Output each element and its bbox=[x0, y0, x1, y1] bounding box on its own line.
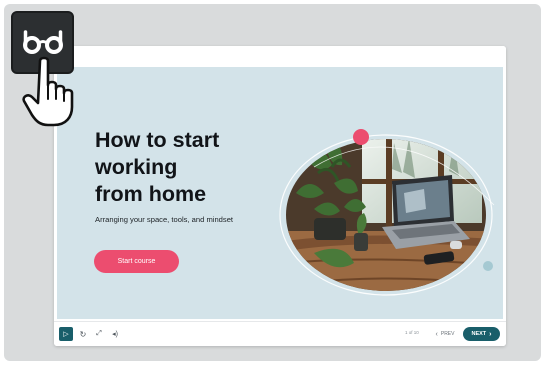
page-counter: 1 of 10 bbox=[405, 330, 419, 335]
chevron-right-icon: › bbox=[489, 330, 492, 338]
player-top-bar bbox=[54, 46, 506, 66]
volume-button[interactable]: ◂) bbox=[110, 328, 120, 340]
volume-icon: ◂) bbox=[112, 331, 118, 338]
chevron-left-icon: ‹ bbox=[435, 330, 438, 338]
player-controls: ▷ ↻ ⤢ ◂) 1 of 10 ‹ PREV NEXT › bbox=[54, 321, 506, 346]
screenshot-frame: How to start working from home Arranging… bbox=[4, 4, 541, 361]
home-office-photo bbox=[279, 129, 495, 296]
play-icon: ▷ bbox=[63, 331, 69, 338]
start-course-button[interactable]: Start course bbox=[94, 250, 179, 273]
glasses-icon bbox=[22, 29, 63, 54]
slide-title: How to start working from home bbox=[95, 128, 220, 206]
replay-button[interactable]: ↻ bbox=[78, 328, 88, 340]
hand-pointer-icon bbox=[22, 56, 74, 127]
replay-icon: ↻ bbox=[79, 329, 87, 339]
next-button[interactable]: NEXT › bbox=[463, 327, 500, 341]
course-player: How to start working from home Arranging… bbox=[54, 46, 506, 346]
fullscreen-button[interactable]: ⤢ bbox=[94, 328, 104, 340]
prev-label: PREV bbox=[440, 331, 455, 337]
next-label: NEXT bbox=[471, 331, 487, 337]
prev-button[interactable]: ‹ PREV bbox=[433, 328, 457, 340]
fullscreen-icon: ⤢ bbox=[96, 330, 102, 337]
slide-subtitle: Arranging your space, tools, and mindset bbox=[95, 215, 234, 224]
play-button[interactable]: ▷ bbox=[59, 327, 73, 341]
course-slide: How to start working from home Arranging… bbox=[57, 67, 503, 319]
